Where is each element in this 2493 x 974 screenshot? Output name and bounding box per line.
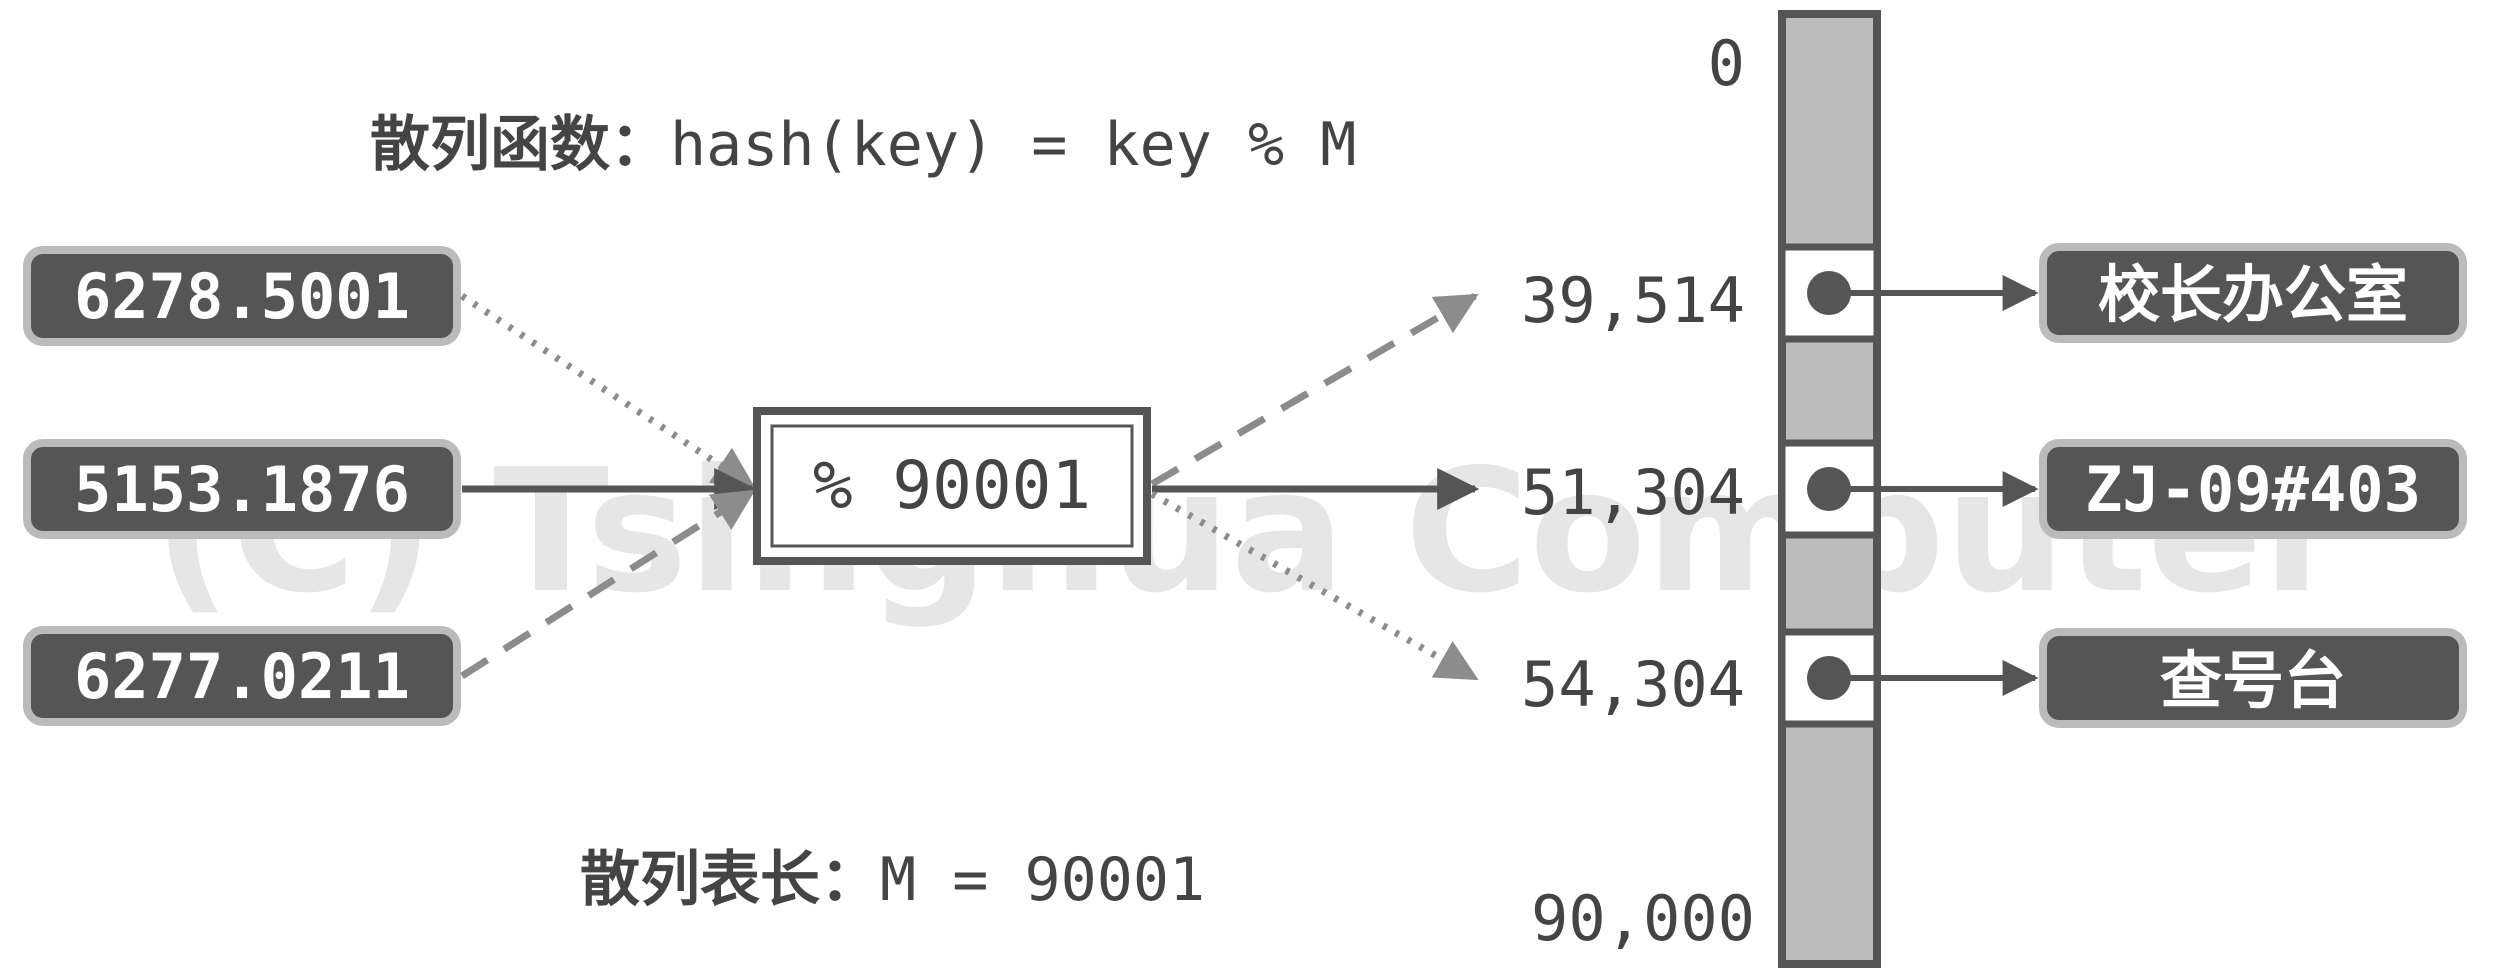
hash-function-formula: hash(key) = key % M [670, 110, 1356, 180]
hash-diagram: (C) Tsinghua Computer 散列函数：hash(key) = k… [23, 10, 2467, 968]
value-label: 查号台 [2160, 644, 2346, 717]
key-label: 6277.0211 [74, 640, 410, 713]
value-label: 校长办公室 [2098, 258, 2408, 331]
key-node-2: 5153.1876 [23, 439, 461, 539]
table-length-caption: 散列表长：M = 90001 [580, 845, 1205, 915]
index-slot-3: 54,304 [1521, 648, 1745, 721]
index-slot-1: 39,514 [1521, 264, 1745, 337]
hash-function-caption: 散列函数：hash(key) = key % M [370, 110, 1356, 180]
operator-label: % 90001 [813, 447, 1091, 524]
hash-function-label: 散列函数： [370, 110, 670, 180]
modulo-operator-box: % 90001 [753, 407, 1151, 565]
value-node-1: 校长办公室 [2039, 243, 2467, 343]
key-node-1: 6278.5001 [23, 246, 461, 346]
index-first: 0 [1708, 27, 1745, 100]
table-length-label: 散列表长： [580, 845, 880, 915]
value-node-3: 查号台 [2039, 628, 2467, 728]
index-last: 90,000 [1531, 882, 1755, 955]
key-label: 6278.5001 [74, 260, 410, 333]
index-slot-2: 51,304 [1521, 456, 1745, 529]
key-node-3: 6277.0211 [23, 626, 461, 726]
table-length-formula: M = 90001 [880, 845, 1205, 915]
watermark: (C) Tsinghua Computer [154, 433, 2347, 631]
value-label: ZJ-09#403 [2085, 453, 2421, 526]
value-node-2: ZJ-09#403 [2039, 439, 2467, 539]
key-label: 5153.1876 [74, 453, 410, 526]
